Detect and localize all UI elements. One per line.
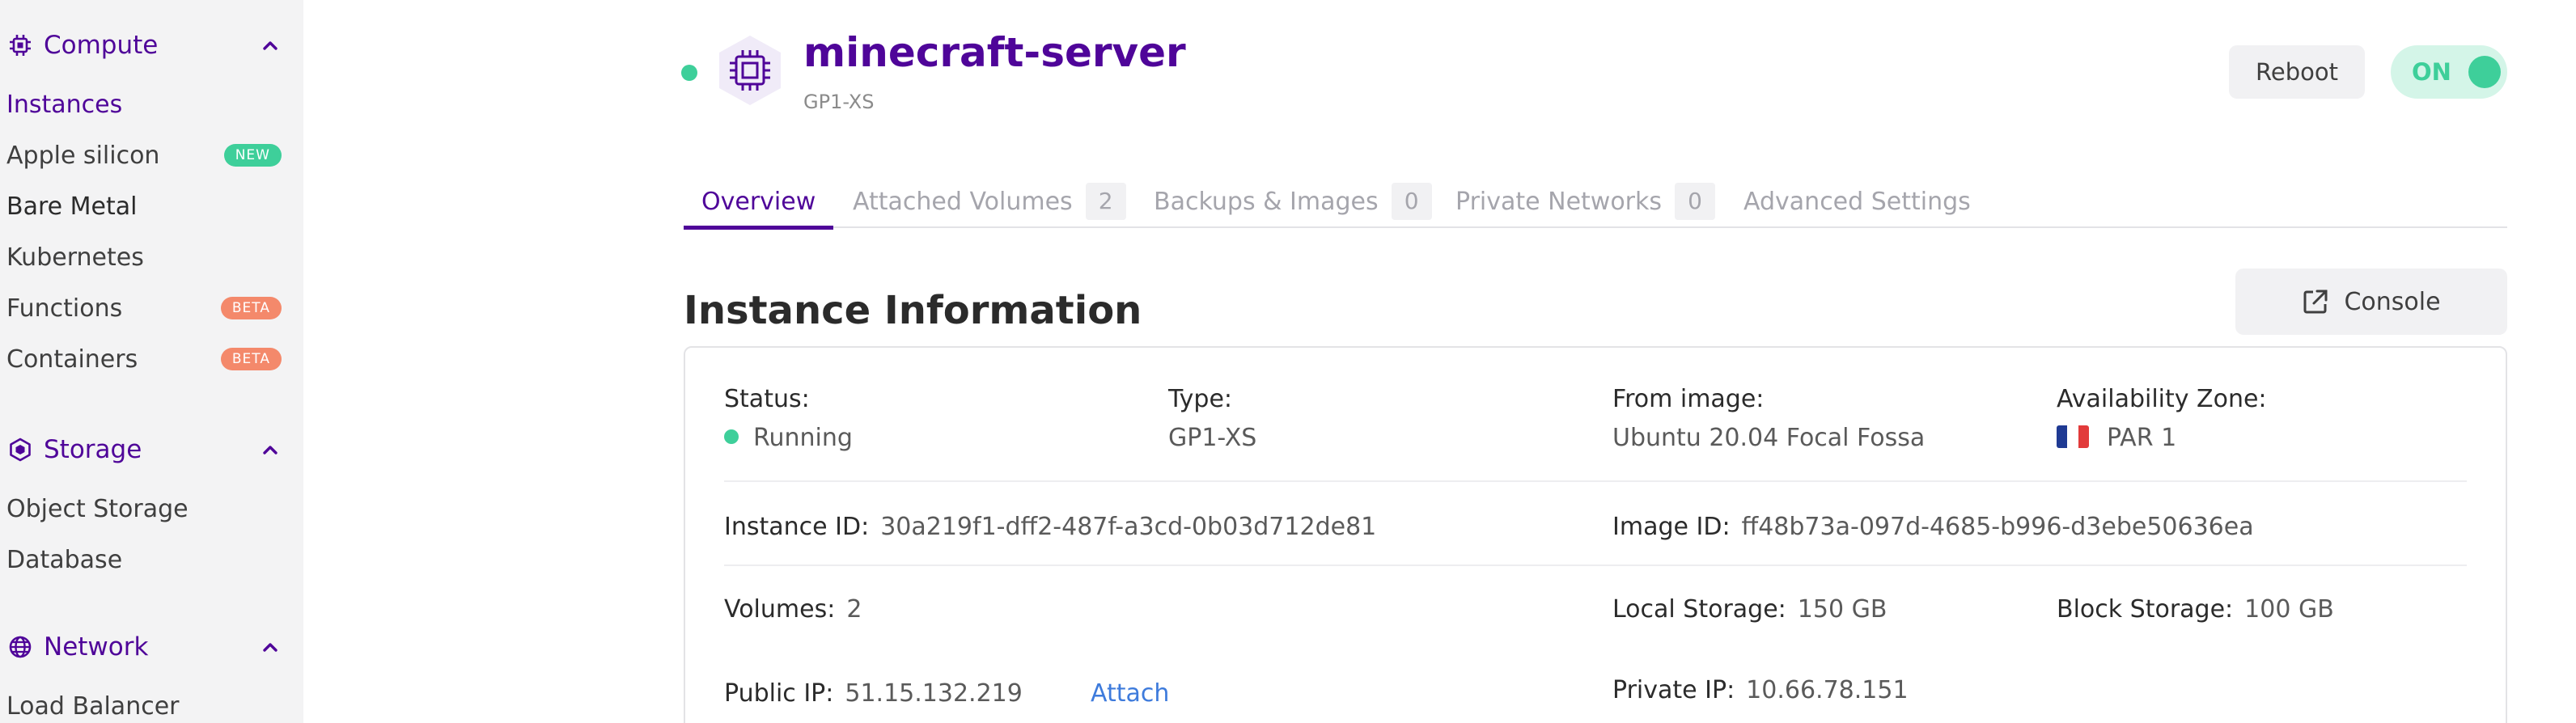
toggle-label: ON: [2412, 58, 2451, 86]
instance-chip-icon: [712, 32, 788, 108]
local-storage-field: Local Storage: 150 GB: [1612, 595, 1887, 624]
sidebar-item-label: Object Storage: [6, 494, 189, 523]
sidebar-item-containers[interactable]: Containers BETA: [6, 340, 282, 378]
tab-label: Private Networks: [1455, 187, 1663, 216]
sidebar-item-load-balancer[interactable]: Load Balancer: [6, 687, 282, 723]
attach-ip-link[interactable]: Attach: [1091, 679, 1169, 708]
instance-name: minecraft-server: [803, 29, 1186, 76]
tab-label: Attached Volumes: [853, 187, 1073, 216]
sidebar-section-label: Compute: [44, 31, 159, 60]
sidebar-section-label: Storage: [44, 435, 142, 464]
chevron-up-icon[interactable]: [259, 636, 282, 658]
hexagon-icon: [6, 436, 34, 463]
tab-advanced-settings[interactable]: Advanced Settings: [1743, 175, 1971, 228]
section-title: Instance Information: [684, 288, 1142, 333]
tab-count: 0: [1391, 183, 1432, 220]
instance-id-value: 30a219f1-dff2-487f-a3cd-0b03d712de81: [880, 513, 1377, 541]
tab-bar: Overview Attached Volumes 2 Backups & Im…: [684, 159, 2507, 230]
image-label: From image:: [1612, 385, 1765, 413]
france-flag-icon: [2057, 425, 2089, 448]
sidebar: Compute Instances Apple silicon NEW Bare…: [0, 0, 303, 723]
public-ip-label: Public IP:: [724, 679, 834, 708]
sidebar-item-label: Functions: [6, 294, 123, 323]
tab-backups-images[interactable]: Backups & Images 0: [1154, 175, 1432, 228]
console-button[interactable]: Console: [2235, 268, 2507, 335]
public-ip-value: 51.15.132.219: [845, 679, 1023, 708]
instance-id-label: Instance ID:: [724, 513, 870, 541]
instance-id-field: Instance ID: 30a219f1-dff2-487f-a3cd-0b03…: [724, 513, 1376, 541]
status-value: Running: [724, 424, 853, 452]
chevron-up-icon[interactable]: [259, 438, 282, 461]
external-link-icon: [2302, 288, 2329, 315]
zone-value: PAR 1: [2057, 424, 2176, 452]
public-ip-field: Public IP: 51.15.132.219: [724, 679, 1023, 708]
chip-icon: [6, 32, 34, 59]
running-dot-icon: [724, 429, 739, 444]
sidebar-item-bare-metal[interactable]: Bare Metal: [6, 188, 282, 225]
app-root: Compute Instances Apple silicon NEW Bare…: [0, 0, 2576, 723]
type-label: Type:: [1168, 385, 1233, 413]
sidebar-item-object-storage[interactable]: Object Storage: [6, 490, 282, 527]
tab-active-indicator: [684, 226, 834, 230]
console-button-label: Console: [2344, 287, 2441, 316]
sidebar-section-compute[interactable]: Compute: [6, 27, 282, 63]
sidebar-item-database[interactable]: Database: [6, 541, 282, 578]
sidebar-section-network[interactable]: Network: [6, 629, 282, 665]
row-divider: [724, 480, 2467, 482]
sidebar-item-apple-silicon[interactable]: Apple silicon NEW: [6, 137, 282, 174]
sidebar-item-kubernetes[interactable]: Kubernetes: [6, 239, 282, 276]
sidebar-section-label: Network: [44, 632, 149, 662]
image-value: Ubuntu 20.04 Focal Fossa: [1612, 424, 1926, 452]
sidebar-section-storage[interactable]: Storage: [6, 432, 282, 467]
block-storage-value: 100 GB: [2244, 595, 2334, 624]
row-divider: [724, 564, 2467, 566]
new-badge: NEW: [223, 144, 282, 167]
beta-badge: BETA: [220, 297, 282, 319]
local-storage-value: 150 GB: [1797, 595, 1888, 624]
status-label: Status:: [724, 385, 810, 413]
type-value: GP1-XS: [1168, 424, 1257, 452]
block-storage-field: Block Storage: 100 GB: [2057, 595, 2334, 624]
instance-type-subtitle: GP1-XS: [803, 91, 875, 113]
sidebar-item-label: Instances: [6, 90, 123, 119]
zone-text: PAR 1: [2107, 424, 2177, 452]
block-storage-label: Block Storage:: [2057, 595, 2234, 624]
tab-count: 0: [1675, 183, 1716, 220]
tab-label: Backups & Images: [1154, 187, 1379, 216]
chevron-up-icon[interactable]: [259, 34, 282, 57]
sidebar-item-label: Load Balancer: [6, 691, 180, 721]
sidebar-item-label: Kubernetes: [6, 243, 144, 272]
sidebar-item-label: Containers: [6, 345, 138, 374]
volumes-label: Volumes:: [724, 595, 836, 624]
instance-info-card: Status: Running Type: GP1-XS From image:…: [684, 346, 2507, 723]
image-id-field: Image ID: ff48b73a-097d-4685-b996-d3ebe50…: [1612, 513, 2254, 541]
toggle-knob: [2468, 56, 2501, 88]
tab-private-networks[interactable]: Private Networks 0: [1455, 175, 1716, 228]
tab-overview[interactable]: Overview: [684, 175, 834, 230]
tab-label: Advanced Settings: [1743, 187, 1971, 216]
image-id-value: ff48b73a-097d-4685-b996-d3ebe50636ea: [1741, 513, 2254, 541]
sidebar-item-label: Apple silicon: [6, 141, 160, 170]
sidebar-item-label: Database: [6, 545, 123, 574]
private-ip-field: Private IP: 10.66.78.151: [1612, 676, 1909, 704]
power-toggle[interactable]: ON: [2391, 45, 2507, 99]
private-ip-value: 10.66.78.151: [1746, 676, 1909, 704]
tab-count: 2: [1085, 183, 1126, 220]
local-storage-label: Local Storage:: [1612, 595, 1786, 624]
sidebar-item-instances[interactable]: Instances: [6, 86, 282, 123]
image-id-label: Image ID:: [1612, 513, 1731, 541]
status-text: Running: [753, 424, 853, 452]
volumes-value: 2: [846, 595, 862, 624]
globe-icon: [6, 633, 34, 661]
tab-attached-volumes[interactable]: Attached Volumes 2: [853, 175, 1126, 228]
zone-label: Availability Zone:: [2057, 385, 2267, 413]
tab-label: Overview: [701, 187, 816, 216]
sidebar-item-functions[interactable]: Functions BETA: [6, 290, 282, 327]
volumes-field: Volumes: 2: [724, 595, 862, 624]
status-indicator: [681, 65, 697, 81]
reboot-button[interactable]: Reboot: [2229, 45, 2365, 99]
private-ip-label: Private IP:: [1612, 676, 1735, 704]
beta-badge: BETA: [220, 348, 282, 370]
sidebar-item-label: Bare Metal: [6, 192, 138, 221]
